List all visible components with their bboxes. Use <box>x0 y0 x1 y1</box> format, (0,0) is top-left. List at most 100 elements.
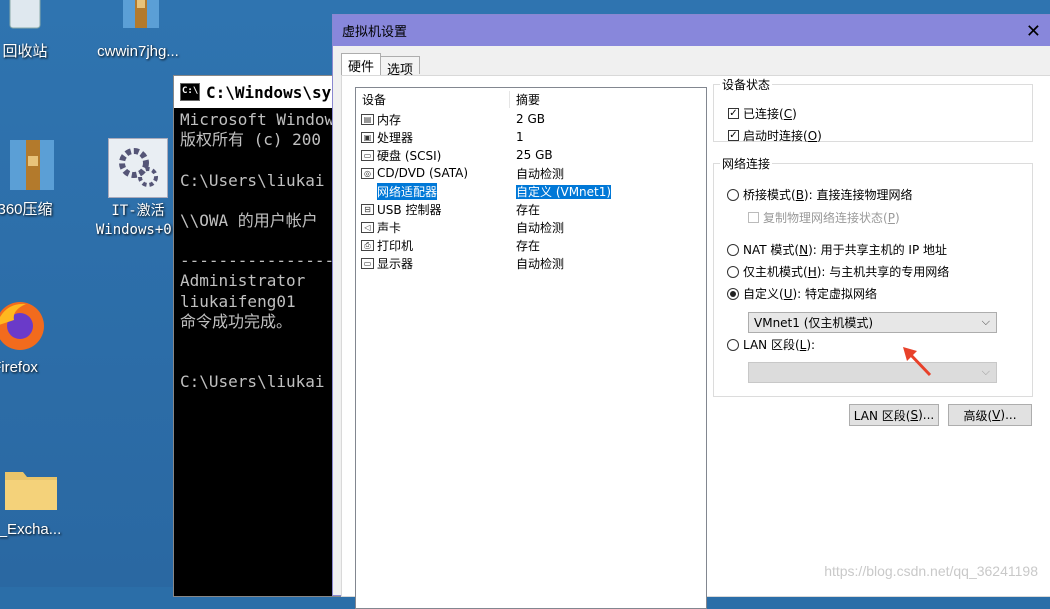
device-cell: ▣ 处理器 <box>356 129 510 146</box>
nat-radio[interactable]: NAT 模式(N): 用于共享主机的 IP 地址 <box>727 241 947 258</box>
device-row[interactable]: ▣ 处理器 1 <box>356 128 706 146</box>
device-summary-cell: 存在 <box>510 237 700 254</box>
device-summary: 自动检测 <box>516 166 565 181</box>
console-line: liukaifeng01 <box>180 291 296 311</box>
advanced-button[interactable]: 高级(V)... <box>948 404 1032 426</box>
lan-segment-select[interactable]: ⌵ <box>748 362 997 383</box>
dialog-title: 虚拟机设置 <box>342 25 408 40</box>
device-summary: 自动检测 <box>516 256 565 271</box>
console-output: Microsoft Window 版权所有 (c) 200 C:\Users\liu… <box>174 108 354 395</box>
device-summary: 2 GB <box>516 112 545 126</box>
device-cell: ▭ 显示器 <box>356 255 510 272</box>
column-header-summary[interactable]: 摘要 <box>510 91 700 108</box>
console-window[interactable]: C:\ C:\Windows\sy Microsoft Window 版权所有 (… <box>173 75 355 597</box>
device-row[interactable]: ▭ 显示器 自动检测 <box>356 254 706 272</box>
dialog-titlebar[interactable]: 虚拟机设置 ✕ <box>333 15 1050 46</box>
device-row[interactable]: ⎙ 打印机 存在 <box>356 236 706 254</box>
device-name: USB 控制器 <box>377 202 442 217</box>
device-summary-cell: 自动检测 <box>510 255 700 272</box>
watermark: https://blog.csdn.net/qq_36241198 <box>824 563 1038 579</box>
console-line: 命令成功完成。 <box>180 312 293 332</box>
console-line: 版权所有 (c) 200 <box>180 130 322 150</box>
device-summary: 1 <box>516 130 524 144</box>
monitor-icon: ▭ <box>361 257 374 269</box>
bridged-radio[interactable]: 桥接模式(B): 直接连接物理网络 <box>727 186 912 203</box>
radio-icon <box>727 188 739 201</box>
printer-icon: ⎙ <box>361 239 374 251</box>
lan-segments-button[interactable]: LAN 区段(S)... <box>849 404 939 426</box>
lan-segment-radio[interactable]: LAN 区段(L): <box>727 336 815 353</box>
device-name: 处理器 <box>377 130 414 145</box>
device-summary-cell: 自动检测 <box>510 165 700 182</box>
console-line: Administrator <box>180 271 306 291</box>
recycle-bin-shortcut[interactable]: 回收站 <box>0 0 75 61</box>
speaker-icon: ◁ <box>361 221 374 233</box>
device-status-legend: 设备状态 <box>722 78 771 92</box>
archive-icon <box>0 138 54 196</box>
network-connection-legend: 网络连接 <box>722 157 771 171</box>
console-titlebar[interactable]: C:\ C:\Windows\sy <box>174 76 354 108</box>
device-list[interactable]: 设备 摘要 ▤ 内存 2 GB ▣ 处理器 1 ▭ 硬盘 (SCSI) 25 GB ◎ CD/DVD… <box>355 87 707 609</box>
device-row[interactable]: ⊟ USB 控制器 存在 <box>356 200 706 218</box>
connect-on-start-checkbox[interactable]: ✓ 启动时连接(O) <box>728 127 822 144</box>
device-name: 打印机 <box>377 238 414 253</box>
device-summary-cell: 2 GB <box>510 112 700 126</box>
device-summary-cell: 25 GB <box>510 148 700 162</box>
device-name: CD/DVD (SATA) <box>377 166 469 180</box>
console-line: \\OWA 的用户帐户 <box>180 210 318 230</box>
chevron-down-icon: ⌵ <box>981 315 990 328</box>
device-summary-cell: 自定义 (VMnet1) <box>510 183 700 200</box>
desktop-icon-label: cwwin7jhg... <box>97 43 179 60</box>
desktop: 回收站 cwwin7jhg... 360压缩 IT-激活 Windows+0. … <box>0 0 1050 609</box>
device-row[interactable]: ◎ CD/DVD (SATA) 自动检测 <box>356 164 706 182</box>
memory-icon: ▤ <box>361 113 374 125</box>
close-icon[interactable]: ✕ <box>1026 21 1041 42</box>
console-line: C:\Users\liukai <box>180 372 325 392</box>
console-line: Microsoft Window <box>180 110 335 129</box>
exchange-folder-shortcut[interactable]: _Excha... <box>0 458 80 539</box>
archive-icon <box>109 0 167 38</box>
firefox-shortcut[interactable]: Firefox <box>0 296 65 377</box>
radio-icon <box>727 243 739 256</box>
radio-selected-icon <box>727 287 739 300</box>
custom-network-select[interactable]: VMnet1 (仅主机模式) ⌵ <box>748 312 997 333</box>
device-summary: 自定义 (VMnet1) <box>516 184 612 199</box>
column-header-device[interactable]: 设备 <box>356 90 510 108</box>
device-cell: ▤ 内存 <box>356 111 510 128</box>
archive-shortcut-360[interactable]: 360压缩 <box>0 138 75 219</box>
archive-shortcut-cwwin7[interactable]: cwwin7jhg... <box>88 0 188 61</box>
replicate-state-checkbox[interactable]: 复制物理网络连接状态(P) <box>748 209 900 226</box>
device-summary: 自动检测 <box>516 220 565 235</box>
device-summary: 存在 <box>516 238 541 253</box>
device-summary-cell: 自动检测 <box>510 219 700 236</box>
tab-hardware[interactable]: 硬件 <box>341 53 382 77</box>
device-row[interactable]: ▤ 内存 2 GB <box>356 110 706 128</box>
desktop-icon-label: _Excha... <box>0 521 62 538</box>
firefox-icon <box>0 296 44 354</box>
console-line: ---------------- <box>180 251 335 271</box>
device-summary: 存在 <box>516 202 541 217</box>
host-only-radio[interactable]: 仅主机模式(H): 与主机共享的专用网络 <box>727 263 949 280</box>
device-cell: ◁ 声卡 <box>356 219 510 236</box>
tab-options[interactable]: 选项 <box>380 56 421 78</box>
device-cell: ⊟ USB 控制器 <box>356 201 510 218</box>
device-row[interactable]: ▭ 硬盘 (SCSI) 25 GB <box>356 146 706 164</box>
recycle-bin-icon <box>0 0 54 38</box>
gear-icon <box>108 138 168 198</box>
custom-radio[interactable]: 自定义(U): 特定虚拟网络 <box>727 285 877 302</box>
device-name: 显示器 <box>377 256 414 271</box>
annotation-arrow <box>903 347 932 377</box>
desktop-icon-label: Firefox <box>0 359 38 376</box>
device-cell: ⊞ 网络适配器 <box>356 182 510 200</box>
device-cell: ⎙ 打印机 <box>356 237 510 254</box>
connected-checkbox[interactable]: ✓ 已连接(C) <box>728 105 797 122</box>
hardware-panel: 设备 摘要 ▤ 内存 2 GB ▣ 处理器 1 ▭ 硬盘 (SCSI) 25 GB ◎ CD/DVD… <box>341 75 1050 609</box>
cd-dvd-icon: ◎ <box>361 167 374 179</box>
device-row[interactable]: ⊞ 网络适配器 自定义 (VMnet1) <box>356 182 706 200</box>
device-row[interactable]: ◁ 声卡 自动检测 <box>356 218 706 236</box>
checkbox-checked-icon: ✓ <box>728 130 739 141</box>
hard-disk-icon: ▭ <box>361 149 374 161</box>
